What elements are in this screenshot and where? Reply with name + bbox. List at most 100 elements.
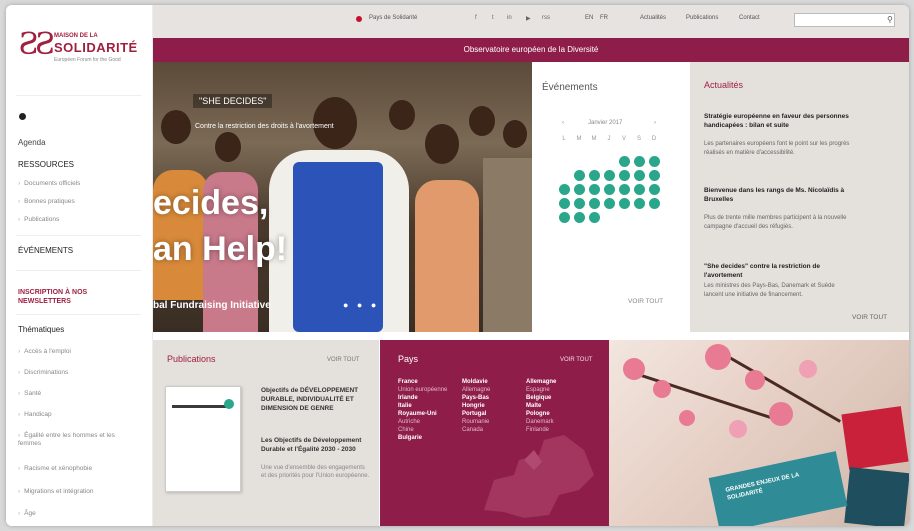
sidebar-item-documents[interactable]: Documents officiels: [18, 180, 80, 187]
calendar-day[interactable]: [559, 212, 570, 223]
sidebar-theme-item[interactable]: Égalité entre les hommes et les femmes: [18, 432, 128, 448]
country-link[interactable]: Irlande: [398, 394, 447, 402]
country-link[interactable]: Hongrie: [462, 402, 490, 410]
sidebar-head-events[interactable]: ÉVÉNEMENTS: [18, 246, 73, 255]
sidebar-theme-item[interactable]: Accès à l'emploi: [18, 348, 71, 355]
sidebar-item-publications[interactable]: Publications: [18, 216, 59, 223]
country-link[interactable]: Autriche: [398, 418, 447, 426]
country-link[interactable]: Bulgarie: [398, 434, 447, 442]
top-link-publications[interactable]: Publications: [686, 15, 718, 21]
twitter-icon[interactable]: t: [492, 15, 494, 21]
calendar-prev-button[interactable]: ‹: [562, 120, 564, 126]
photo-blossom: [679, 410, 695, 426]
calendar-next-button[interactable]: ›: [654, 120, 656, 126]
country-link[interactable]: France: [398, 378, 447, 386]
calendar-day[interactable]: [574, 184, 585, 195]
promo-photo[interactable]: GRANDES ENJEUX DE LA SOLIDARITÉ: [609, 340, 909, 526]
calendar-day[interactable]: [619, 156, 630, 167]
country-link[interactable]: Pays-Bas: [462, 394, 490, 402]
country-link[interactable]: Danemark: [526, 418, 556, 426]
country-link[interactable]: Malte: [526, 402, 556, 410]
calendar-day[interactable]: [604, 184, 615, 195]
search-icon[interactable]: ⚲: [887, 15, 893, 24]
search-input[interactable]: [794, 13, 895, 27]
country-link[interactable]: Canada: [462, 426, 490, 434]
country-link[interactable]: Royaume-Uni: [398, 410, 447, 418]
calendar-day[interactable]: [619, 198, 630, 209]
calendar-day[interactable]: [589, 212, 600, 223]
country-link[interactable]: Portugal: [462, 410, 490, 418]
country-link[interactable]: Moldavie: [462, 378, 490, 386]
sidebar-theme-item[interactable]: Racisme et xénophobie: [18, 465, 92, 472]
publications-panel: Publications VOIR TOUT Objectifs de DÉVE…: [153, 340, 379, 526]
hero-slider[interactable]: "SHE DECIDES" Contre la restriction des …: [153, 62, 532, 332]
calendar-day[interactable]: [634, 184, 645, 195]
country-link[interactable]: Espagne: [526, 386, 556, 394]
news-headline[interactable]: Stratégie européenne en faveur des perso…: [704, 112, 854, 130]
top-country-link[interactable]: Pays de Solidarité: [369, 15, 417, 21]
calendar-day[interactable]: [574, 170, 585, 181]
sidebar-theme-item[interactable]: Santé: [18, 390, 41, 397]
sidebar-item-practices[interactable]: Bonnes pratiques: [18, 198, 75, 205]
publication-cover[interactable]: [165, 386, 241, 492]
site-logo[interactable]: ƧƧ MAISON DE LA SOLIDARITÉ Européen Foru…: [18, 25, 138, 73]
top-link-contact[interactable]: Contact: [739, 15, 760, 21]
calendar-day[interactable]: [589, 198, 600, 209]
calendar-day[interactable]: [589, 184, 600, 195]
calendar-day[interactable]: [619, 184, 630, 195]
sidebar-item-agenda[interactable]: Agenda: [18, 138, 46, 147]
slider-dots[interactable]: ● ● ●: [343, 300, 379, 310]
calendar-day[interactable]: [634, 198, 645, 209]
lang-fr[interactable]: FR: [600, 15, 608, 21]
country-link[interactable]: Belgique: [526, 394, 556, 402]
calendar-day[interactable]: [604, 170, 615, 181]
calendar-day[interactable]: [649, 184, 660, 195]
calendar-day[interactable]: [574, 198, 585, 209]
sidebar-theme-item[interactable]: Handicap: [18, 411, 51, 418]
calendar-day[interactable]: [649, 198, 660, 209]
country-link[interactable]: Pologne: [526, 410, 556, 418]
photo-blossom: [729, 420, 747, 438]
news-panel: Actualités Stratégie européenne en faveu…: [684, 62, 909, 332]
calendar-day[interactable]: [604, 198, 615, 209]
sidebar-theme-item[interactable]: Migrations et intégration: [18, 488, 93, 495]
news-more-link[interactable]: VOIR TOUT: [852, 314, 887, 321]
news-headline[interactable]: "She decides" contre la restriction de l…: [704, 262, 854, 280]
rss-icon[interactable]: rss: [542, 15, 550, 21]
facebook-icon[interactable]: f: [475, 15, 477, 21]
calendar-day[interactable]: [559, 184, 570, 195]
country-link[interactable]: Chine: [398, 426, 447, 434]
events-more-link[interactable]: VOIR TOUT: [628, 298, 663, 305]
country-link[interactable]: Union européenne: [398, 386, 447, 394]
calendar-day[interactable]: [559, 198, 570, 209]
country-link[interactable]: Roumanie: [462, 418, 490, 426]
sidebar-theme-item[interactable]: Discriminations: [18, 369, 68, 376]
calendar-dow: M: [576, 136, 582, 142]
calendar-day[interactable]: [649, 156, 660, 167]
publication-title[interactable]: Les Objectifs de Développement Durable e…: [261, 436, 371, 454]
sidebar-head-resources[interactable]: RESSOURCES: [18, 160, 74, 169]
youtube-icon[interactable]: ▶: [526, 15, 531, 22]
country-link[interactable]: Finlande: [526, 426, 556, 434]
sidebar-theme-item[interactable]: Âge: [18, 510, 36, 517]
calendar-day[interactable]: [589, 170, 600, 181]
home-icon[interactable]: [19, 113, 26, 120]
country-link[interactable]: Allemagne: [526, 378, 556, 386]
sidebar-head-themes[interactable]: Thématiques: [18, 325, 64, 334]
countries-panel: Pays VOIR TOUT France Union européenne I…: [380, 340, 609, 526]
calendar-day[interactable]: [634, 156, 645, 167]
country-link[interactable]: Italie: [398, 402, 447, 410]
calendar-day[interactable]: [619, 170, 630, 181]
lang-en[interactable]: EN: [585, 15, 593, 21]
country-link[interactable]: Allemagne: [462, 386, 490, 394]
calendar-day[interactable]: [574, 212, 585, 223]
publication-title[interactable]: Objectifs de DÉVELOPPEMENT DURABLE, INDI…: [261, 386, 371, 413]
calendar-day[interactable]: [634, 170, 645, 181]
sidebar-newsletter-link[interactable]: INSCRIPTION À NOS NEWSLETTERS: [18, 288, 128, 306]
countries-more-link[interactable]: VOIR TOUT: [560, 357, 592, 363]
news-headline[interactable]: Bienvenue dans les rangs de Ms. Nicolaïd…: [704, 186, 854, 204]
top-link-news[interactable]: Actualités: [640, 15, 666, 21]
calendar-day[interactable]: [649, 170, 660, 181]
linkedin-icon[interactable]: in: [507, 15, 512, 21]
publications-more-link[interactable]: VOIR TOUT: [327, 357, 359, 363]
